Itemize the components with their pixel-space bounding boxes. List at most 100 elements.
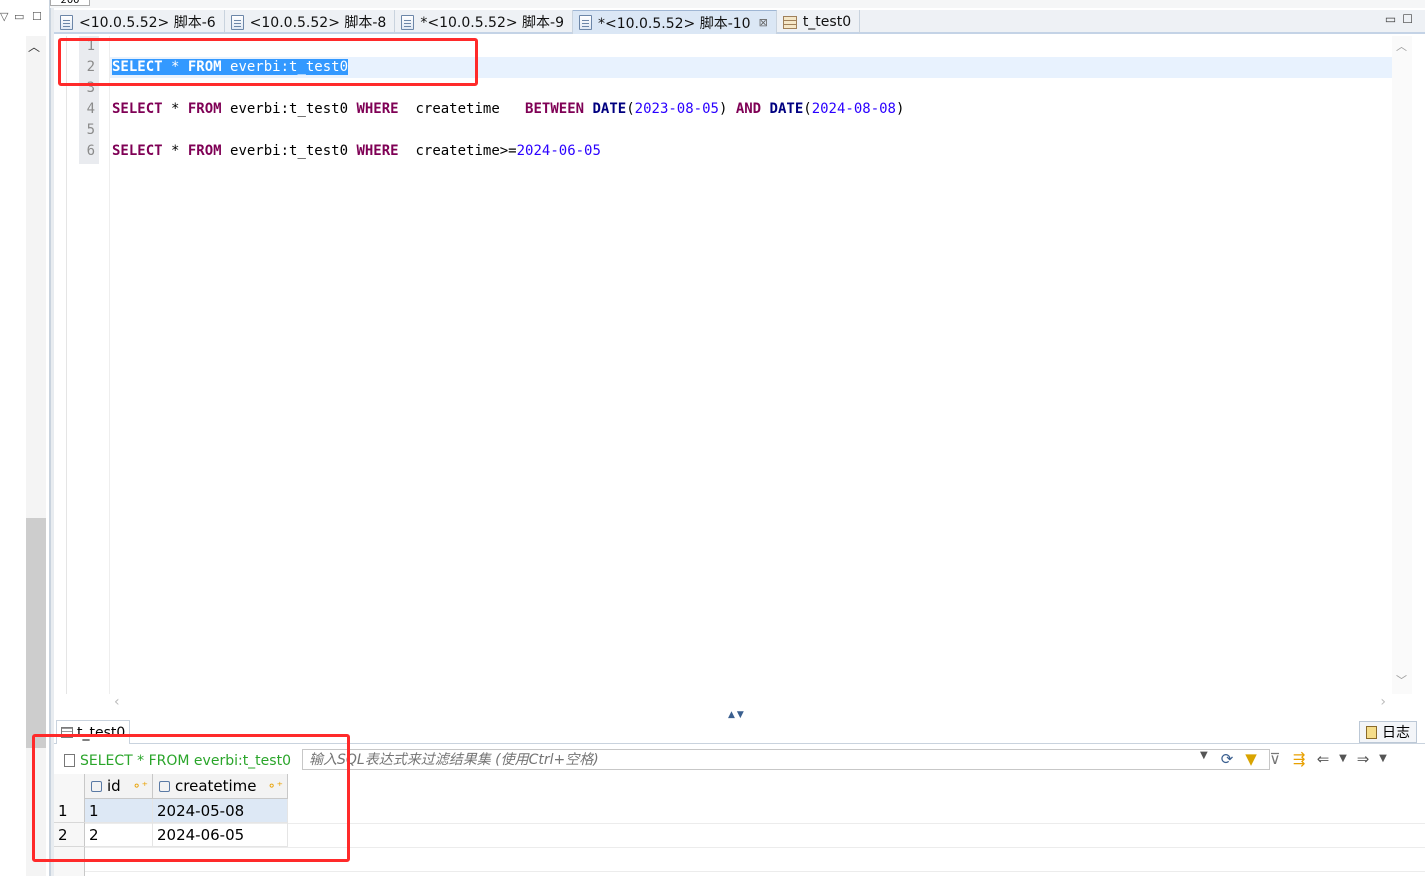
sql-keyword: AND	[735, 101, 762, 117]
scroll-left-icon[interactable]: ‹	[114, 694, 120, 710]
editor-vertical-scrollbar[interactable]: ︿ ﹀	[1392, 36, 1412, 694]
query-icon	[64, 754, 75, 767]
sql-identifier: everbi:t_test0	[221, 59, 349, 75]
table-icon	[61, 727, 73, 738]
log-tab-label: 日志	[1382, 725, 1410, 741]
minimize-icon[interactable]: ▭	[14, 10, 24, 23]
tab-log[interactable]: 日志	[1359, 721, 1417, 743]
paren: (	[803, 101, 812, 117]
tab-script-9[interactable]: *<10.0.5.52> 脚本-9	[395, 10, 574, 34]
line-number: 2	[86, 59, 95, 75]
key-column-icon	[91, 781, 102, 792]
table-cell[interactable]: 2024-05-08	[153, 799, 288, 823]
scroll-down-icon[interactable]: ﹀	[1396, 672, 1407, 688]
line-number-gutter: 1 2 3 4 5 6	[79, 36, 99, 164]
tab-label: <10.0.5.52> 脚本-8	[249, 15, 387, 31]
sql-operator: *	[162, 101, 188, 117]
table-cell[interactable]: 2	[85, 823, 153, 847]
table-cell[interactable]: 2024-06-05	[153, 823, 288, 847]
tab-result-t-test0[interactable]: t_test0	[56, 720, 131, 744]
gutter-separator	[109, 36, 110, 694]
maximize-icon[interactable]: ☐	[1402, 12, 1419, 26]
filter-toolbar: ⟳ ▼ ⊽ ⇶ ⇐ ▼ ⇒ ▼	[1218, 748, 1388, 770]
column-header-id[interactable]: id ⚬⁺	[85, 774, 153, 799]
sql-keyword: SELECT	[112, 143, 163, 159]
sql-editor[interactable]: 1 2 3 4 5 6 SELECT * FROM everbi:t_test0…	[66, 36, 1393, 694]
tab-script-6[interactable]: <10.0.5.52> 脚本-6	[54, 10, 225, 34]
code-line-4[interactable]: SELECT * FROM everbi:t_test0 WHERE creat…	[112, 99, 904, 120]
result-tabbar: t_test0 日志	[54, 720, 1425, 744]
table-icon	[782, 15, 797, 29]
panel-splitter-toggle[interactable]: ▲▼	[728, 710, 746, 720]
result-grid[interactable]: id ⚬⁺ createtime ⚬⁺ 1 1 2024-05-08 2 2 2…	[54, 774, 1425, 876]
close-icon[interactable]: ⊠	[759, 16, 768, 29]
code-line-2[interactable]: SELECT * FROM everbi:t_test0	[112, 57, 349, 78]
sql-operator: *	[162, 143, 188, 159]
back-icon[interactable]: ⇐	[1314, 748, 1332, 770]
filter-history-dropdown-icon[interactable]: ▼	[1200, 750, 1208, 761]
tab-label: <10.0.5.52> 脚本-6	[79, 15, 216, 31]
forward-dropdown-icon[interactable]: ▼	[1378, 748, 1388, 770]
row-number[interactable]: 2	[54, 823, 85, 847]
clear-filter-icon[interactable]: ⊽	[1266, 748, 1284, 770]
line-number: 5	[86, 122, 95, 138]
line-number: 4	[86, 101, 95, 117]
row-divider	[85, 871, 1425, 872]
refresh-icon[interactable]: ⟳	[1218, 748, 1236, 770]
tab-script-10[interactable]: *<10.0.5.52> 脚本-10 ⊠	[573, 10, 777, 34]
sql-function: DATE	[592, 101, 627, 117]
text-selection: SELECT * FROM everbi:t_test0	[112, 59, 349, 75]
limit-input[interactable]: 200	[50, 0, 90, 6]
result-filter-bar: SELECT * FROM everbi:t_test0 ▼ ⟳ ▼ ⊽ ⇶ ⇐…	[58, 748, 1425, 772]
code-line-6[interactable]: SELECT * FROM everbi:t_test0 WHERE creat…	[112, 141, 601, 162]
script-icon	[60, 14, 73, 30]
line-number: 6	[86, 143, 95, 159]
editor-tabbar: <10.0.5.52> 脚本-6 <10.0.5.52> 脚本-8 *<10.0…	[54, 10, 1425, 34]
result-tab-label: t_test0	[77, 725, 126, 741]
row-divider	[85, 847, 1425, 848]
sql-editor-window: ▽ ▭ ☐ ︿ 200 <10.0.5.52> 脚本-6 <10.0.5.52>…	[0, 0, 1425, 876]
executed-query-text: SELECT * FROM everbi:t_test0	[80, 753, 291, 769]
forward-icon[interactable]: ⇒	[1354, 748, 1372, 770]
scroll-right-icon[interactable]: ›	[1380, 694, 1386, 710]
sql-literal: 2024-06-05	[516, 143, 601, 159]
scroll-up-icon[interactable]: ︿	[28, 38, 40, 55]
panel-divider	[50, 0, 54, 876]
tab-label: *<10.0.5.52> 脚本-10	[598, 15, 751, 32]
tab-table-t-test0[interactable]: t_test0	[777, 10, 861, 34]
sql-literal: 2023-08-05	[634, 101, 719, 117]
column-header-createtime[interactable]: createtime ⚬⁺	[153, 774, 288, 799]
left-scrollbar[interactable]	[26, 36, 46, 876]
sort-icon[interactable]: ⚬⁺	[267, 774, 283, 799]
left-scrollbar-thumb[interactable]	[26, 518, 46, 748]
sql-keyword: BETWEEN	[525, 101, 585, 117]
sql-keyword: FROM	[187, 59, 222, 75]
tab-label: *<10.0.5.52> 脚本-9	[420, 15, 565, 31]
editor-window-controls: ▭☐	[1385, 12, 1419, 26]
paren: )	[718, 101, 736, 117]
filter-settings-icon[interactable]: ⇶	[1290, 748, 1308, 770]
back-dropdown-icon[interactable]: ▼	[1338, 748, 1348, 770]
sql-keyword: FROM	[187, 101, 222, 117]
row-number[interactable]: 1	[54, 799, 85, 823]
date-column-icon	[159, 781, 170, 792]
editor-horizontal-scrollbar[interactable]: ‹ ›	[108, 694, 1392, 714]
sort-icon[interactable]: ⚬⁺	[132, 774, 148, 799]
paren: (	[626, 101, 635, 117]
table-cell[interactable]: 1	[85, 799, 153, 823]
tab-script-8[interactable]: <10.0.5.52> 脚本-8	[225, 10, 396, 34]
result-filter-input[interactable]	[302, 749, 1270, 770]
sql-keyword: SELECT	[112, 101, 163, 117]
sql-keyword: WHERE	[356, 101, 399, 117]
scroll-up-icon[interactable]: ︿	[1396, 38, 1407, 54]
view-menu-icon[interactable]: ▽	[0, 10, 8, 23]
tab-label: t_test0	[802, 14, 852, 30]
maximize-icon[interactable]: ☐	[32, 10, 42, 23]
sql-operator: *	[162, 59, 188, 75]
sql-keyword: WHERE	[356, 143, 399, 159]
minimize-icon[interactable]: ▭	[1385, 12, 1402, 26]
left-panel: ▽ ▭ ☐ ︿	[0, 0, 50, 876]
executed-query-label[interactable]: SELECT * FROM everbi:t_test0	[60, 750, 291, 770]
apply-filter-icon[interactable]: ▼	[1242, 748, 1260, 770]
